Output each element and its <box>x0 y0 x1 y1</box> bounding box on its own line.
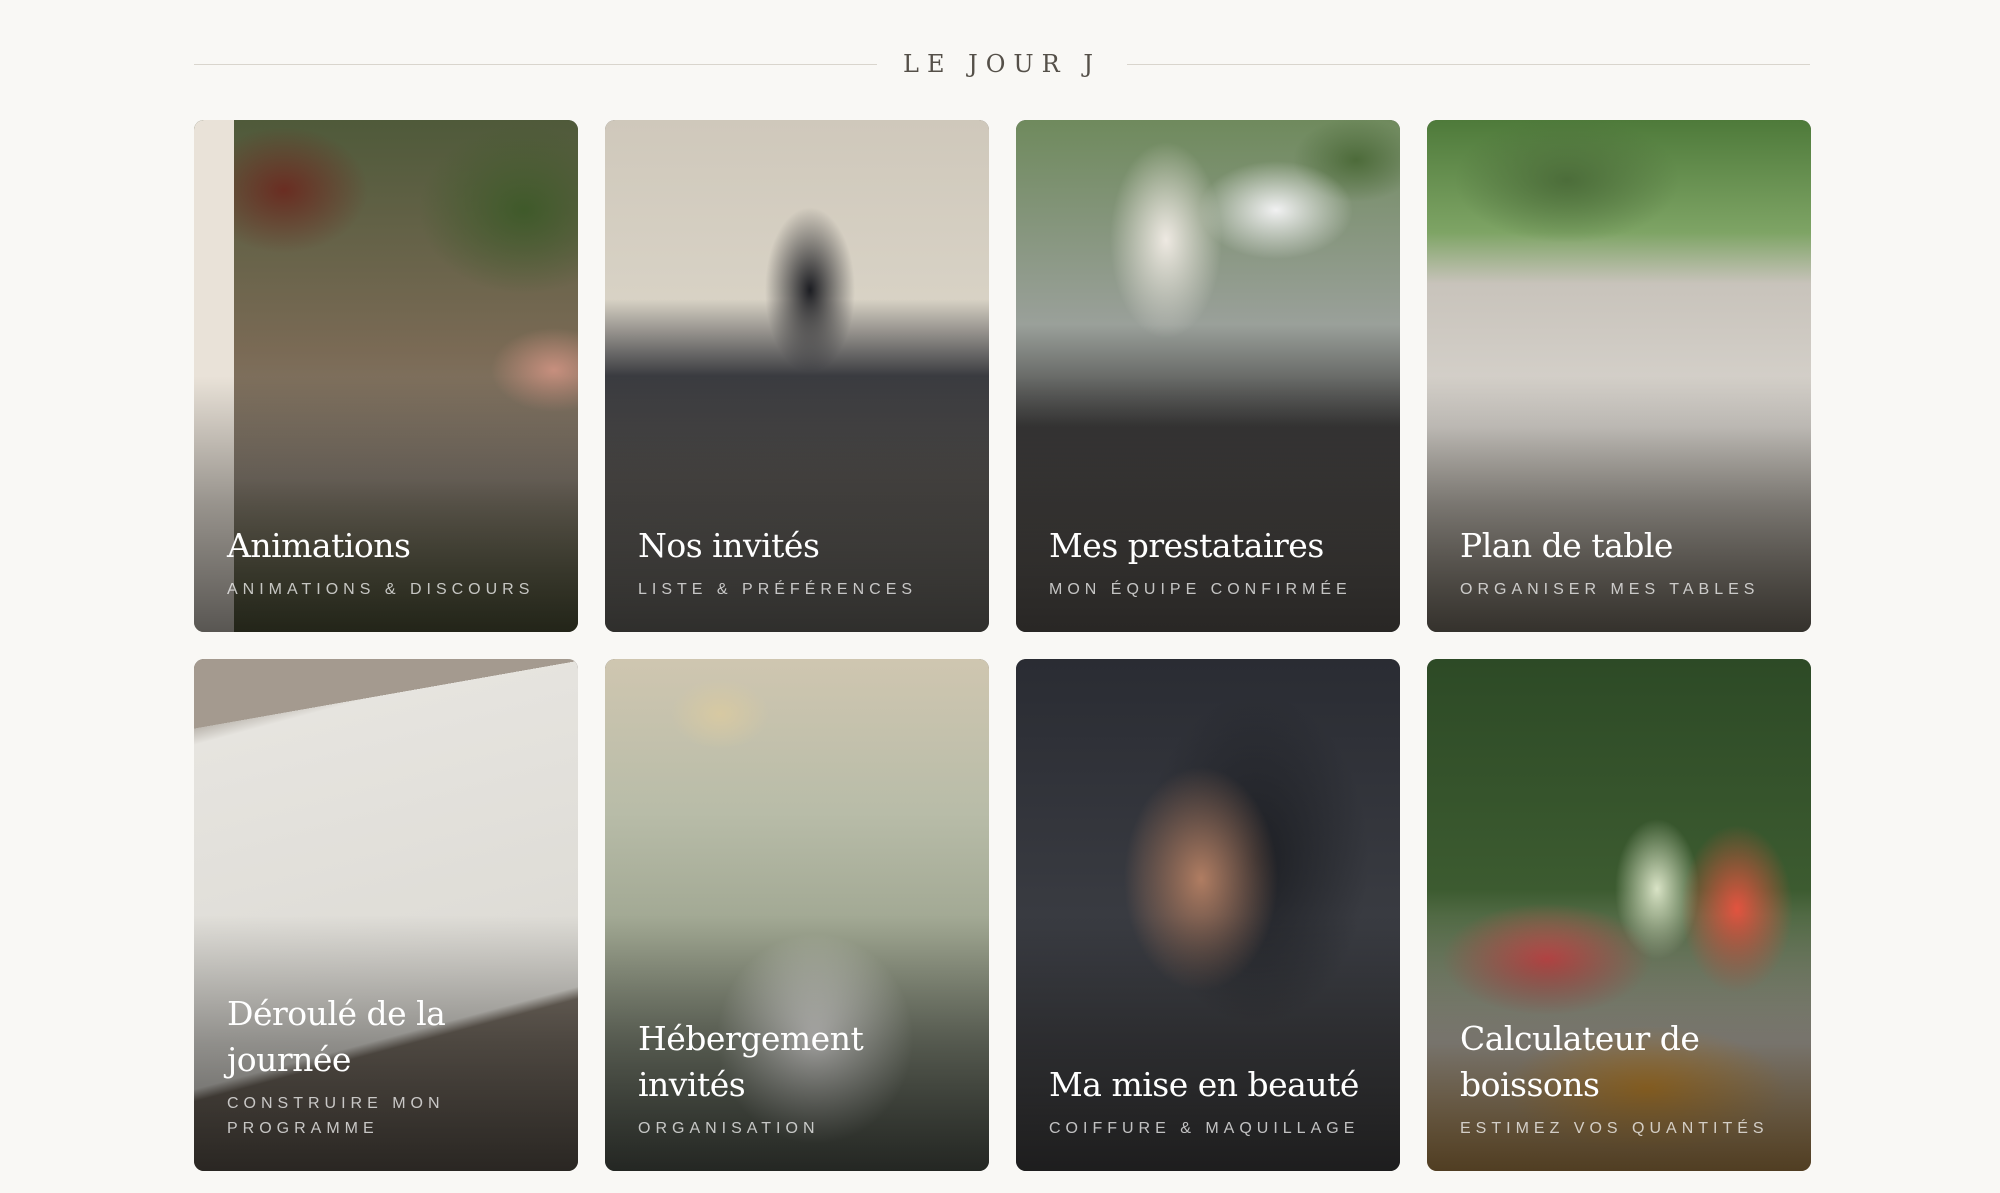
card-subtitle: LISTE & PRÉFÉRENCES <box>638 581 918 598</box>
card-subtitle: ANIMATIONS & DISCOURS <box>227 581 535 598</box>
card-deroule-journee[interactable]: Déroulé de la journée CONSTRUIRE MON PRO… <box>194 659 578 1171</box>
card-nos-invites[interactable]: Nos invités LISTE & PRÉFÉRENCES <box>605 120 989 632</box>
section-title: LE JOUR J <box>903 50 1101 78</box>
card-subtitle: ORGANISER MES TABLES <box>1460 581 1760 598</box>
card-title: Calculateur de boissons <box>1460 1019 1700 1104</box>
card-subtitle: MON ÉQUIPE CONFIRMÉE <box>1049 581 1352 598</box>
feature-card-grid: Animations ANIMATIONS & DISCOURS Nos inv… <box>194 120 1811 1171</box>
card-title: Déroulé de la journée <box>227 994 446 1079</box>
card-title: Animations <box>227 526 411 565</box>
card-calculateur-boissons[interactable]: Calculateur de boissons ESTIMEZ VOS QUAN… <box>1427 659 1811 1171</box>
divider-right <box>1126 63 1810 65</box>
card-mise-en-beaute[interactable]: Ma mise en beauté COIFFURE & MAQUILLAGE <box>1016 659 1400 1171</box>
card-animations[interactable]: Animations ANIMATIONS & DISCOURS <box>194 120 578 632</box>
card-title: Plan de table <box>1460 526 1673 565</box>
card-subtitle: CONSTRUIRE MON PROGRAMME <box>227 1095 445 1137</box>
card-mes-prestataires[interactable]: Mes prestataires MON ÉQUIPE CONFIRMÉE <box>1016 120 1400 632</box>
card-title: Mes prestataires <box>1049 526 1324 565</box>
card-title: Nos invités <box>638 526 820 565</box>
card-title: Hébergement invités <box>638 1019 864 1104</box>
card-subtitle: COIFFURE & MAQUILLAGE <box>1049 1120 1360 1137</box>
card-subtitle: ESTIMEZ VOS QUANTITÉS <box>1460 1120 1769 1137</box>
section-header: LE JOUR J <box>194 44 1810 84</box>
divider-left <box>194 63 878 65</box>
card-hebergement-invites[interactable]: Hébergement invités ORGANISATION <box>605 659 989 1171</box>
card-title: Ma mise en beauté <box>1049 1065 1359 1104</box>
card-plan-de-table[interactable]: Plan de table ORGANISER MES TABLES <box>1427 120 1811 632</box>
card-subtitle: ORGANISATION <box>638 1120 820 1137</box>
